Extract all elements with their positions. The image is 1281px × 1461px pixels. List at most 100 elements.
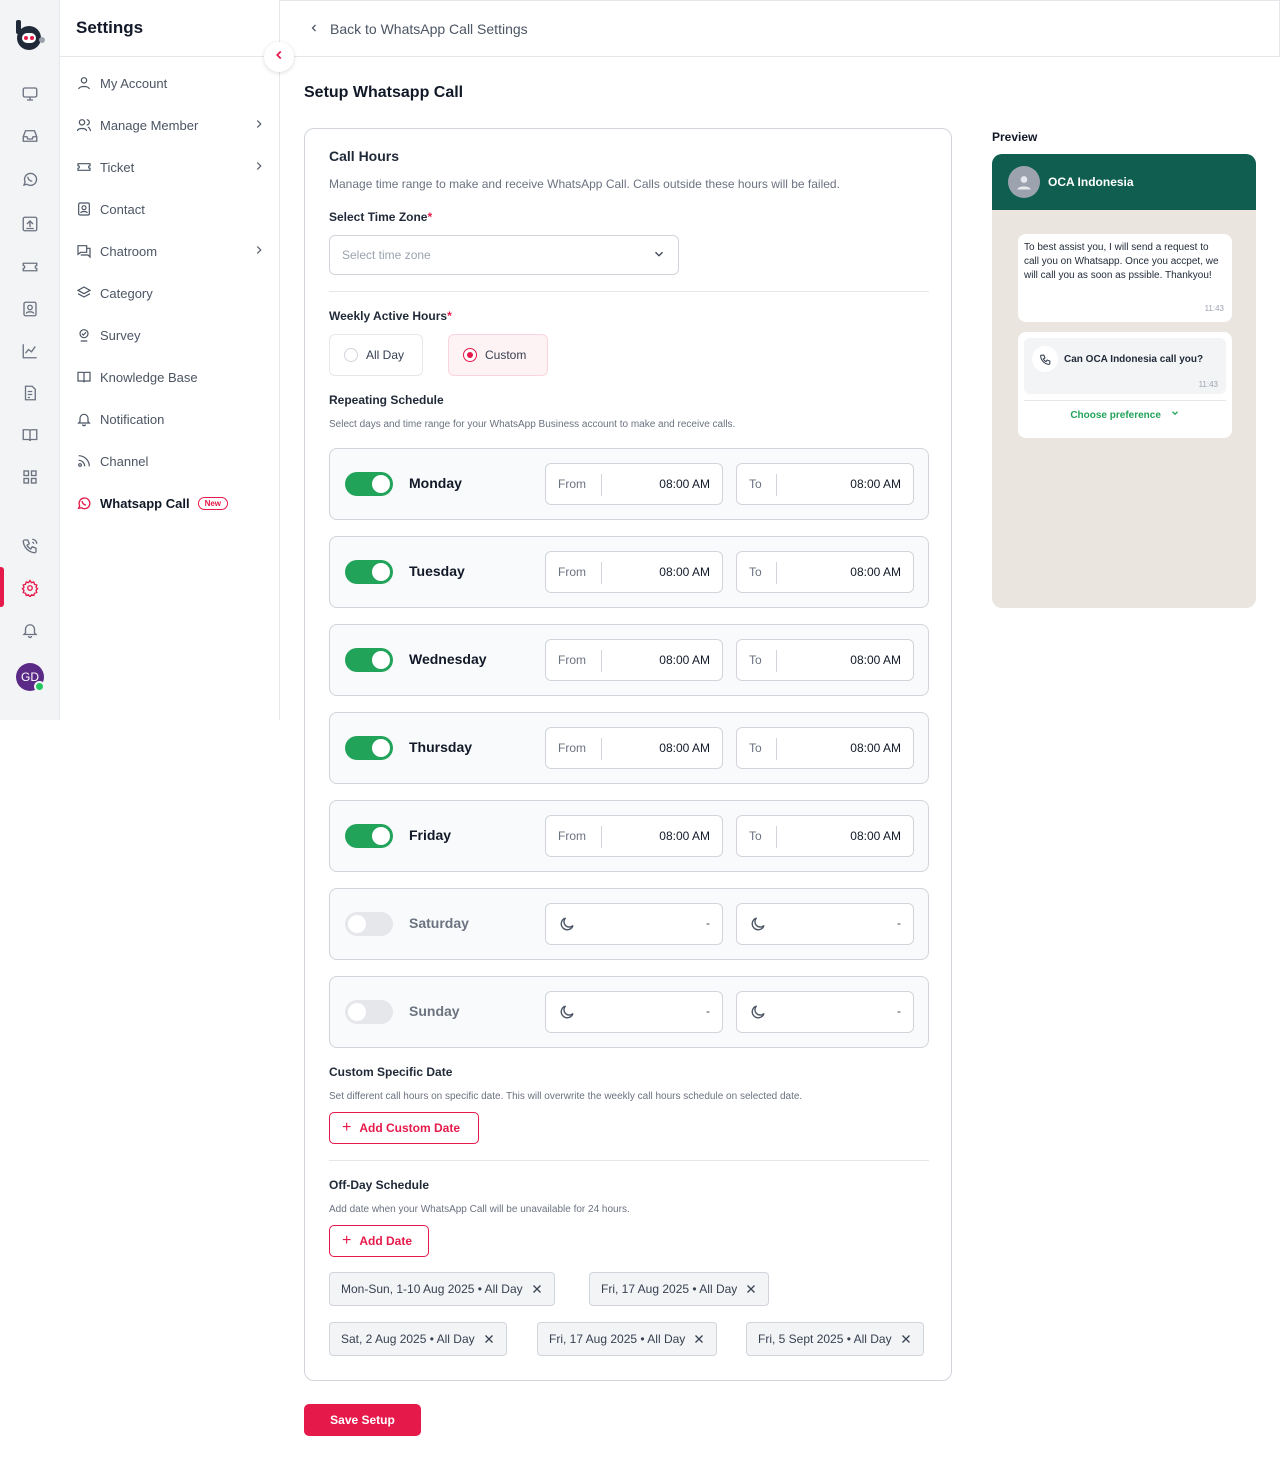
upload-icon[interactable]: [18, 212, 42, 236]
to-value: 08:00 AM: [850, 653, 901, 667]
to-value: 08:00 AM: [850, 829, 901, 843]
off-day-chip: Fri, 17 Aug 2025 • All Day: [537, 1322, 718, 1356]
day-toggle[interactable]: [345, 1000, 393, 1024]
day-toggle[interactable]: [345, 736, 393, 760]
chat-header: OCA Indonesia: [992, 154, 1256, 210]
day-toggle[interactable]: [345, 472, 393, 496]
close-icon[interactable]: [745, 1283, 757, 1295]
plus-icon: +: [342, 1119, 352, 1136]
back-link[interactable]: Back to WhatsApp Call Settings: [308, 21, 528, 37]
to-time-field[interactable]: -: [736, 903, 914, 945]
add-custom-date-label: Add Custom Date: [359, 1121, 461, 1135]
menu-item-label: Ticket: [100, 159, 135, 175]
timezone-placeholder: Select time zone: [342, 248, 431, 262]
menu-item-label: Channel: [100, 453, 149, 469]
menu-item-manage-member[interactable]: Manage Member: [76, 113, 266, 137]
menu-item-label: Survey: [100, 327, 141, 343]
chevron-right-icon: [252, 117, 266, 134]
from-label: From: [558, 829, 586, 843]
save-setup-button[interactable]: Save Setup: [304, 1404, 421, 1436]
choose-preference-label: Choose preference: [1070, 410, 1161, 421]
chevron-right-icon: [252, 159, 266, 176]
to-time-field[interactable]: -: [736, 991, 914, 1033]
report-icon[interactable]: [18, 381, 42, 405]
from-label: From: [558, 741, 586, 755]
from-time-field[interactable]: From 08:00 AM: [545, 727, 723, 769]
choose-preference-button[interactable]: Choose preference: [1018, 408, 1232, 421]
menu-item-chatroom[interactable]: Chatroom: [76, 239, 266, 263]
to-time-field[interactable]: To 08:00 AM: [736, 815, 914, 857]
call-hours-description: Manage time range to make and receive Wh…: [329, 177, 840, 191]
from-time-field[interactable]: From 08:00 AM: [545, 639, 723, 681]
menu-item-survey[interactable]: Survey: [76, 323, 266, 347]
day-toggle[interactable]: [345, 824, 393, 848]
grid-icon[interactable]: [18, 465, 42, 489]
from-time-field[interactable]: From 08:00 AM: [545, 815, 723, 857]
day-toggle[interactable]: [345, 560, 393, 584]
to-value: -: [897, 1004, 901, 1018]
custom-date-title: Custom Specific Date: [329, 1065, 453, 1079]
custom-date-description: Set different call hours on specific dat…: [329, 1091, 803, 1102]
chart-icon[interactable]: [18, 339, 42, 363]
menu-item-label: Chatroom: [100, 243, 158, 259]
menu-item-channel[interactable]: Channel: [76, 449, 266, 473]
inbox-icon[interactable]: [18, 124, 42, 148]
timezone-label-text: Select Time Zone: [329, 210, 428, 224]
menu-item-notification[interactable]: Notification: [76, 407, 266, 431]
chat-icon: [76, 243, 92, 259]
settings-icon[interactable]: [18, 576, 42, 600]
monitor-icon[interactable]: [18, 82, 42, 106]
close-icon[interactable]: [693, 1333, 705, 1345]
menu-item-label: My Account: [100, 75, 168, 91]
phone-icon[interactable]: [18, 534, 42, 558]
close-icon[interactable]: [900, 1333, 912, 1345]
to-time-field[interactable]: To 08:00 AM: [736, 639, 914, 681]
day-name: Thursday: [409, 739, 473, 755]
all-day-option[interactable]: All Day: [329, 334, 423, 376]
message-text: To best assist you, I will send a reques…: [1024, 242, 1219, 281]
contact-icon[interactable]: [18, 297, 42, 321]
bell-icon[interactable]: [18, 618, 42, 642]
add-custom-date-button[interactable]: + Add Custom Date: [329, 1112, 479, 1144]
add-date-button[interactable]: + Add Date: [329, 1225, 429, 1257]
custom-option[interactable]: Custom: [448, 334, 548, 376]
ticket-icon[interactable]: [18, 255, 42, 279]
day-toggle[interactable]: [345, 912, 393, 936]
from-time-field[interactable]: From 08:00 AM: [545, 463, 723, 505]
collapse-sidebar-button[interactable]: [264, 42, 294, 72]
day-name: Monday: [409, 475, 462, 491]
custom-radio[interactable]: [463, 348, 477, 362]
timezone-select[interactable]: Select time zone: [329, 235, 679, 275]
day-toggle[interactable]: [345, 648, 393, 672]
menu-item-label: Manage Member: [100, 117, 199, 133]
menu-item-category[interactable]: Category: [76, 281, 266, 305]
contact-avatar: [1008, 166, 1040, 198]
day-name: Friday: [409, 827, 452, 843]
divider: [329, 291, 929, 292]
day-name: Tuesday: [409, 563, 465, 579]
menu-item-contact[interactable]: Contact: [76, 197, 266, 221]
from-time-field[interactable]: -: [545, 991, 723, 1033]
to-time-field[interactable]: To 08:00 AM: [736, 463, 914, 505]
icon-rail: GD: [0, 0, 60, 720]
to-time-field[interactable]: To 08:00 AM: [736, 727, 914, 769]
whatsapp-icon[interactable]: [18, 167, 42, 191]
from-value: -: [706, 916, 710, 930]
menu-item-whatsapp-call[interactable]: Whatsapp Call New: [76, 491, 266, 515]
to-label: To: [749, 565, 762, 579]
menu-item-my-account[interactable]: My Account: [76, 71, 266, 95]
menu-item-ticket[interactable]: Ticket: [76, 155, 266, 179]
contact-name: OCA Indonesia: [1048, 175, 1134, 189]
close-icon[interactable]: [531, 1283, 543, 1295]
chip-label: Fri, 5 Sept 2025 • All Day: [758, 1332, 892, 1346]
from-time-field[interactable]: From 08:00 AM: [545, 551, 723, 593]
app-logo[interactable]: [14, 20, 46, 52]
close-icon[interactable]: [483, 1333, 495, 1345]
book-icon[interactable]: [18, 423, 42, 447]
menu-item-label: Category: [100, 285, 153, 301]
off-day-chip: Fri, 5 Sept 2025 • All Day: [746, 1322, 924, 1356]
to-time-field[interactable]: To 08:00 AM: [736, 551, 914, 593]
menu-item-knowledge-base[interactable]: Knowledge Base: [76, 365, 266, 389]
all-day-radio[interactable]: [344, 348, 358, 362]
from-time-field[interactable]: -: [545, 903, 723, 945]
